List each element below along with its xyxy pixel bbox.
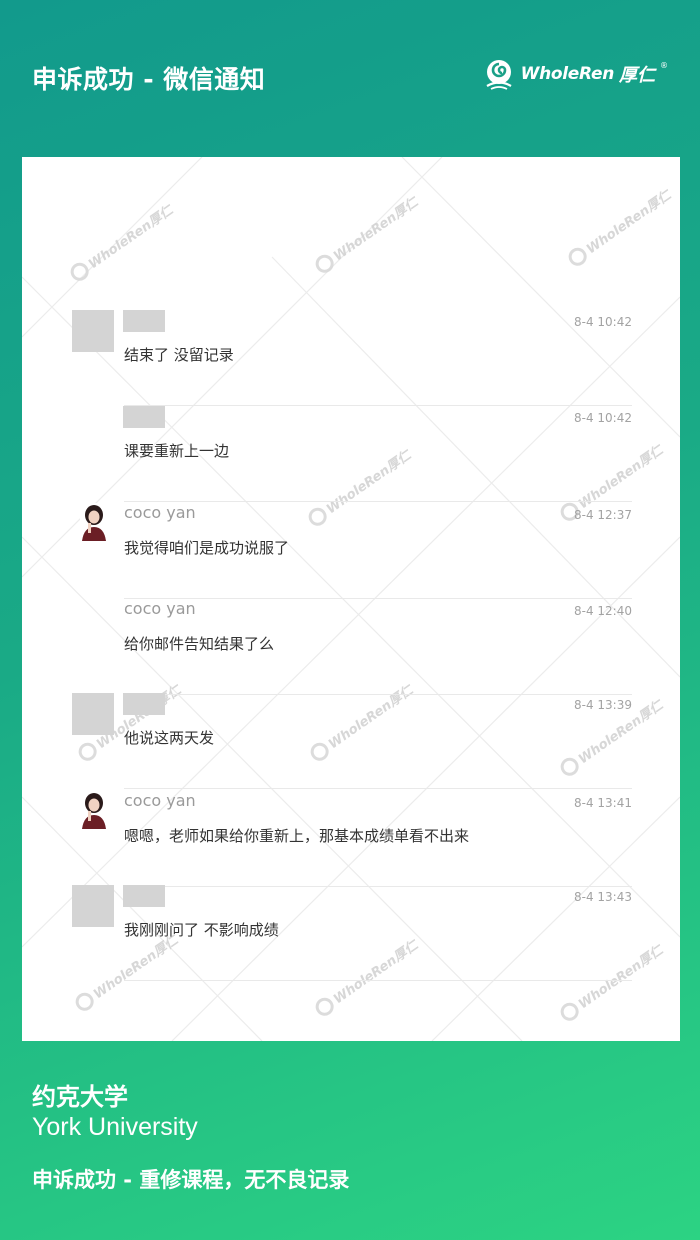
message-time: 8-4 12:37 bbox=[574, 508, 632, 522]
chat-screenshot-card: WholeRen厚仁 WholeRen厚仁 WholeRen厚仁 WholeRe… bbox=[22, 157, 680, 1041]
message-time: 8-4 10:42 bbox=[574, 411, 632, 425]
brand-name-cn: 厚仁 bbox=[619, 65, 655, 86]
message-text: 他说这两天发 bbox=[124, 729, 215, 747]
chat-message: coco yan 8-4 12:40 给你邮件告知结果了么 bbox=[22, 599, 680, 695]
avatar bbox=[80, 503, 108, 541]
message-text: 我刚刚问了 不影响成绩 bbox=[124, 921, 279, 939]
sender-name: coco yan bbox=[124, 599, 196, 618]
divider bbox=[124, 980, 632, 981]
message-time: 8-4 10:42 bbox=[574, 315, 632, 329]
message-text: 课要重新上一边 bbox=[124, 442, 230, 460]
sender-name: coco yan bbox=[124, 791, 196, 810]
message-time: 8-4 13:43 bbox=[574, 890, 632, 904]
avatar bbox=[80, 791, 108, 829]
leaf-swirl-icon bbox=[486, 60, 512, 90]
message-time: 8-4 13:39 bbox=[574, 698, 632, 712]
avatar bbox=[72, 310, 114, 352]
school-name-cn: 约克大学 bbox=[32, 1083, 128, 1111]
divider bbox=[124, 788, 632, 789]
sender-name-redacted bbox=[123, 310, 165, 332]
chat-message: 8-4 10:42 课要重新上一边 bbox=[22, 406, 680, 502]
appeal-result: 申诉成功 - 重修课程，无不良记录 bbox=[32, 1168, 350, 1192]
chat-message: 8-4 10:42 结束了 没留记录 bbox=[22, 310, 680, 406]
page-title: 申诉成功 - 微信通知 bbox=[32, 65, 266, 94]
chat-message: coco yan 8-4 13:41 嗯嗯，老师如果给你重新上，那基本成绩单看不… bbox=[22, 791, 680, 887]
message-time: 8-4 12:40 bbox=[574, 604, 632, 618]
brand-logo: WholeRen 厚仁 ® bbox=[482, 57, 668, 91]
brand-name: WholeRen bbox=[520, 64, 615, 84]
chat-message: coco yan 8-4 12:37 我觉得咱们是成功说服了 bbox=[22, 503, 680, 599]
chat-message: 8-4 13:39 他说这两天发 bbox=[22, 693, 680, 789]
message-text: 嗯嗯，老师如果给你重新上，那基本成绩单看不出来 bbox=[124, 827, 470, 845]
school-name-en: York University bbox=[32, 1113, 198, 1141]
message-text: 结束了 没留记录 bbox=[124, 346, 234, 364]
message-text: 给你邮件告知结果了么 bbox=[124, 635, 275, 653]
sender-name: coco yan bbox=[124, 503, 196, 522]
sender-name-redacted bbox=[123, 406, 165, 428]
avatar bbox=[72, 885, 114, 927]
message-text: 我觉得咱们是成功说服了 bbox=[124, 539, 290, 557]
divider bbox=[124, 501, 632, 502]
avatar bbox=[72, 693, 114, 735]
sender-name-redacted bbox=[123, 885, 165, 907]
message-time: 8-4 13:41 bbox=[574, 796, 632, 810]
registered-mark: ® bbox=[660, 61, 668, 70]
chat-message: 8-4 13:43 我刚刚问了 不影响成绩 bbox=[22, 885, 680, 981]
sender-name-redacted bbox=[123, 693, 165, 715]
